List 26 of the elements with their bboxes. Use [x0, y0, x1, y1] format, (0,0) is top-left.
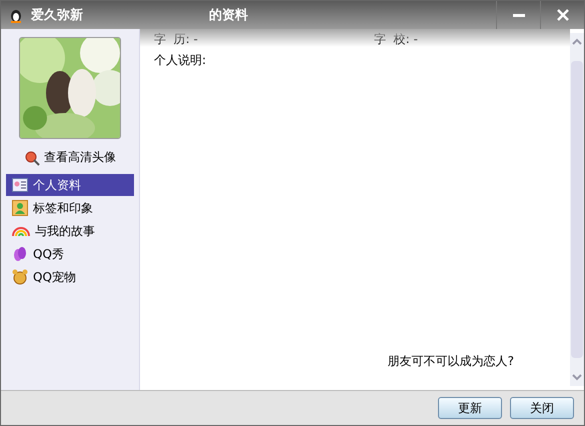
dialog-button[interactable]: 更新	[438, 397, 502, 419]
penguin-icon	[9, 7, 23, 23]
profile-field: 字 校: -	[374, 31, 574, 48]
minimize-icon	[512, 14, 524, 16]
scrollbar[interactable]	[570, 33, 584, 386]
sidebar-item[interactable]: QQ秀	[6, 243, 134, 265]
pet-icon	[12, 269, 28, 285]
scroll-up-icon[interactable]	[572, 37, 582, 45]
bio-text: 朋友可不可以成为恋人?	[388, 353, 514, 370]
magnifier-icon	[24, 150, 40, 166]
sidebar-item[interactable]: 与我的故事	[6, 220, 134, 242]
window-title-suffix: 的资料	[209, 7, 248, 24]
person-icon	[12, 200, 28, 216]
rainbow-icon	[12, 225, 30, 237]
petal-icon	[12, 246, 28, 262]
sidebar-item[interactable]: QQ宠物	[6, 266, 134, 288]
close-icon	[556, 9, 568, 21]
window-title: 爱久弥新	[31, 6, 84, 24]
dialog-button[interactable]: 关闭	[510, 397, 574, 419]
bio-label: 个人说明:	[154, 52, 208, 69]
scroll-down-icon[interactable]	[572, 374, 582, 382]
view-hd-avatar-link[interactable]: 查看高清头像	[24, 149, 116, 166]
sidebar-item[interactable]: 标签和印象	[6, 197, 134, 219]
sidebar-item[interactable]: 个人资料	[6, 174, 134, 196]
profile-field: 字 历: -	[154, 31, 374, 48]
contact-card-icon	[12, 178, 28, 192]
